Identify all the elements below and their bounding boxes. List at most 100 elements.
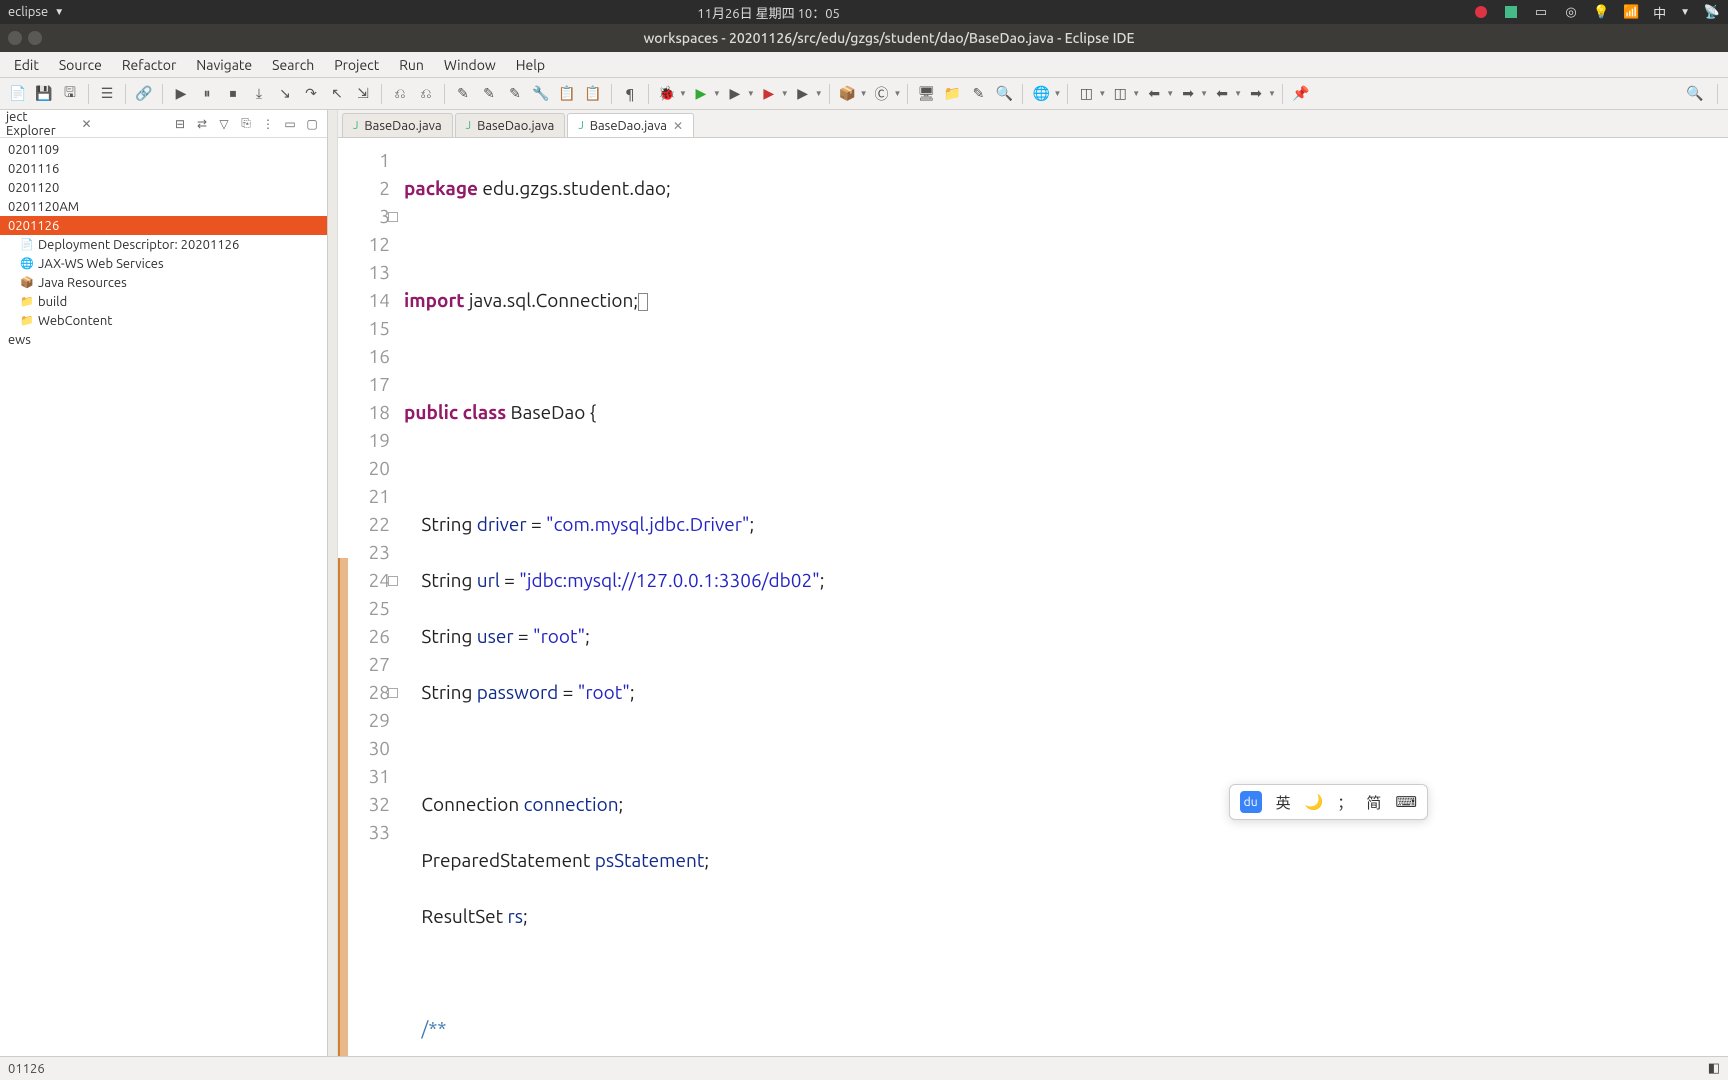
menu-help[interactable]: Help (506, 54, 555, 76)
collapse-all-icon[interactable]: ⊟ (171, 115, 189, 133)
tb-btn-y1[interactable]: ◫ (1074, 82, 1098, 106)
drop-frame-button[interactable]: ⇲ (351, 82, 375, 106)
tb-btn-b[interactable]: ⎌ (414, 82, 438, 106)
tb-btn-x1[interactable]: 📁 (940, 82, 964, 106)
back-dropdown-icon[interactable]: ▼ (1166, 89, 1174, 98)
menu-refactor[interactable]: Refactor (112, 54, 186, 76)
editor-tab[interactable]: JBaseDao.java (342, 113, 453, 137)
editor-tab-active[interactable]: JBaseDao.java✕ (567, 113, 694, 137)
menu-search[interactable]: Search (262, 54, 324, 76)
terminate-button[interactable]: ⏹ (221, 82, 245, 106)
back-button[interactable]: ⬅ (1142, 82, 1166, 106)
run-dropdown-icon[interactable]: ▼ (713, 89, 721, 98)
ext-dropdown-icon[interactable]: ▼ (815, 89, 823, 98)
new-pkg-button[interactable]: 📦 (836, 82, 860, 106)
tb-btn-h[interactable]: 📋 (581, 82, 605, 106)
ext-tools-button[interactable]: ▶ (791, 82, 815, 106)
tb-btn-x2[interactable]: ✎ (966, 82, 990, 106)
tree-child[interactable]: 📁build (0, 292, 327, 311)
network-icon[interactable]: 📶 (1623, 4, 1639, 20)
pkg-dropdown-icon[interactable]: ▼ (860, 89, 868, 98)
tb-btn-a[interactable]: ⎌ (388, 82, 412, 106)
app-menu[interactable]: eclipse (8, 5, 48, 19)
tb-btn-e[interactable]: ✎ (503, 82, 527, 106)
new-server-button[interactable]: 🖥 (914, 82, 938, 106)
filter-icon[interactable]: ▽ (215, 115, 233, 133)
link-editor-icon[interactable]: ⇄ (193, 115, 211, 133)
debug-dropdown-icon[interactable]: ▼ (679, 89, 687, 98)
ime-keyboard-icon[interactable]: ⌨ (1395, 793, 1417, 811)
maximize-view-icon[interactable]: ▢ (303, 115, 321, 133)
editor-tab[interactable]: JBaseDao.java (455, 113, 566, 137)
step-into-button[interactable]: ↘ (273, 82, 297, 106)
tree-item[interactable]: 0201116 (0, 159, 327, 178)
step-over-button[interactable]: ↷ (299, 82, 323, 106)
ime-punct[interactable]: ； (1337, 792, 1352, 813)
new-class-button[interactable]: Ⓒ (870, 82, 894, 106)
tree-item[interactable]: ews (0, 330, 327, 349)
save-button[interactable]: 💾 (32, 82, 56, 106)
focus-icon[interactable]: ⎘ (237, 115, 255, 133)
menu-project[interactable]: Project (324, 54, 389, 76)
save-all-button[interactable]: 🖫 (58, 82, 82, 106)
app-menu-dropdown-icon[interactable]: ▼ (54, 6, 64, 18)
tray-icon-1[interactable] (1503, 4, 1519, 20)
code-content[interactable]: package edu.gzgs.student.dao; import jav… (398, 138, 1728, 1056)
close-icon[interactable]: ✕ (673, 119, 683, 133)
runlast-dropdown-icon[interactable]: ▼ (781, 89, 789, 98)
tray-icon-4[interactable]: 💡 (1593, 4, 1609, 20)
tree-item[interactable]: 0201120AM (0, 197, 327, 216)
browser-button[interactable]: 🌐 (1029, 82, 1053, 106)
ime-simplified[interactable]: 简 (1366, 792, 1381, 813)
y4-dropdown-icon[interactable]: ▼ (1268, 89, 1276, 98)
tb-btn-c[interactable]: ✎ (451, 82, 475, 106)
view-menu-icon[interactable]: ⋮ (259, 115, 277, 133)
tb-btn-d[interactable]: ✎ (477, 82, 501, 106)
tb-btn-y3[interactable]: ⬅ (1210, 82, 1234, 106)
run-last-button[interactable]: ▶ (757, 82, 781, 106)
coverage-dropdown-icon[interactable]: ▼ (747, 89, 755, 98)
tree-child[interactable]: 🌐JAX-WS Web Services (0, 254, 327, 273)
tb-btn-y2[interactable]: ◫ (1108, 82, 1132, 106)
menu-run[interactable]: Run (389, 54, 434, 76)
minimize-view-icon[interactable]: ▭ (281, 115, 299, 133)
y3-dropdown-icon[interactable]: ▼ (1234, 89, 1242, 98)
open-type-button[interactable]: ☰ (95, 82, 119, 106)
ime-panel[interactable]: du 英 🌙 ； 简 ⌨ (1229, 784, 1428, 820)
fwd-dropdown-icon[interactable]: ▼ (1200, 89, 1208, 98)
pin-button[interactable]: 📌 (1289, 82, 1313, 106)
menu-window[interactable]: Window (434, 54, 506, 76)
tb-btn-x3[interactable]: 🔍 (992, 82, 1016, 106)
collapsed-import-icon[interactable] (638, 293, 648, 311)
lang-dropdown-icon[interactable]: ▼ (1680, 6, 1690, 18)
input-lang[interactable]: 中 (1653, 3, 1666, 22)
new-button[interactable]: 📄 (6, 82, 30, 106)
class-dropdown-icon[interactable]: ▼ (894, 89, 902, 98)
menu-source[interactable]: Source (49, 54, 112, 76)
tb-btn-g[interactable]: 📋 (555, 82, 579, 106)
y1-dropdown-icon[interactable]: ▼ (1098, 89, 1106, 98)
baidu-ime-icon[interactable]: du (1240, 791, 1262, 813)
menu-navigate[interactable]: Navigate (186, 54, 262, 76)
record-icon[interactable] (1473, 4, 1489, 20)
menu-edit[interactable]: Edit (4, 54, 49, 76)
status-icon[interactable]: ◧ (1708, 1061, 1720, 1076)
maximize-icon[interactable] (28, 31, 42, 45)
tray-icon-3[interactable]: ◎ (1563, 4, 1579, 20)
link-button[interactable]: 🔗 (132, 82, 156, 106)
tb-btn-y4[interactable]: ➡ (1244, 82, 1268, 106)
tree-item[interactable]: 0201120 (0, 178, 327, 197)
debug-button[interactable]: 🐞 (655, 82, 679, 106)
tray-icon-2[interactable]: ▭ (1533, 4, 1549, 20)
disconnect-button[interactable]: ⤓ (247, 82, 271, 106)
coverage-button[interactable]: ▶ (723, 82, 747, 106)
suspend-button[interactable]: ⏸ (195, 82, 219, 106)
minimize-icon[interactable] (8, 31, 22, 45)
browser-dropdown-icon[interactable]: ▼ (1053, 89, 1061, 98)
tree-child[interactable]: 📦Java Resources (0, 273, 327, 292)
tree-child[interactable]: 📁WebContent (0, 311, 327, 330)
tb-btn-f[interactable]: 🔧 (529, 82, 553, 106)
tree-item-selected[interactable]: 0201126 (0, 216, 327, 235)
fwd-button[interactable]: ➡ (1176, 82, 1200, 106)
resume-button[interactable]: ▶ (169, 82, 193, 106)
